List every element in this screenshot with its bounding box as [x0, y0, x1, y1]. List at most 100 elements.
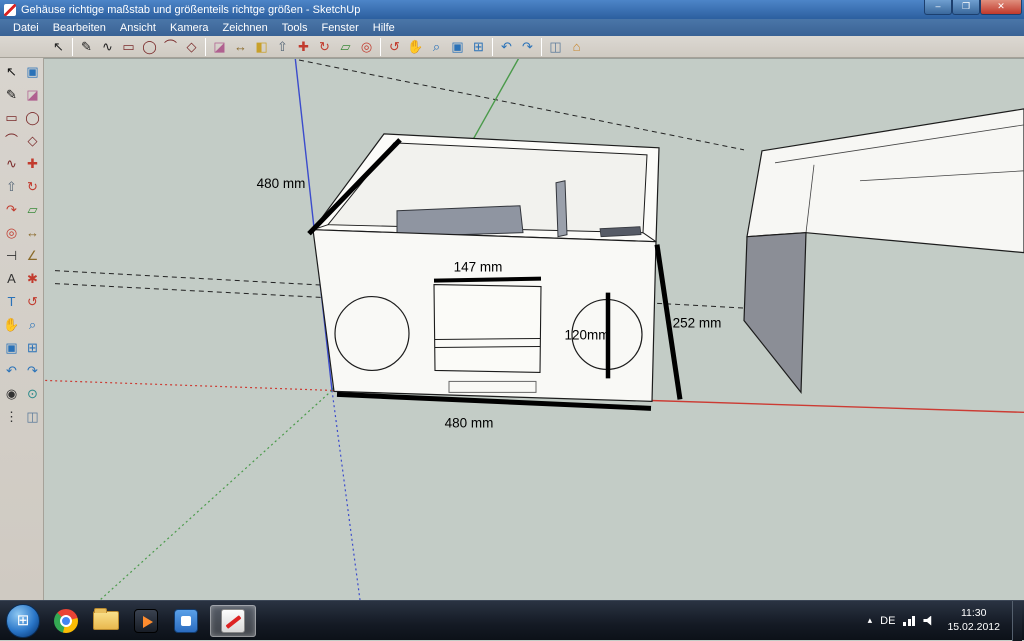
- modeling-viewport[interactable]: 480 mm 147 mm 120mm 252 mm 480 mm: [44, 58, 1024, 600]
- maximize-button[interactable]: ❐: [952, 0, 980, 15]
- toolbar-separator: [205, 38, 206, 56]
- circle-tool-icon[interactable]: ◯: [139, 37, 160, 57]
- palette-follow-me-icon[interactable]: ↷: [1, 199, 22, 221]
- volume-icon[interactable]: [923, 616, 935, 626]
- scale-tool-icon[interactable]: ▱: [335, 37, 356, 57]
- palette-tape-measure-icon[interactable]: ↔: [22, 222, 43, 244]
- label-120[interactable]: 120mm: [565, 327, 610, 342]
- chrome-taskbar-icon[interactable]: [50, 605, 82, 637]
- menu-zeichnen[interactable]: Zeichnen: [216, 19, 275, 36]
- interior-divider-panel[interactable]: [556, 181, 567, 237]
- menu-fenster[interactable]: Fenster: [314, 19, 365, 36]
- start-button[interactable]: ⊞: [6, 604, 40, 638]
- section-plane-tool-icon[interactable]: ◫: [545, 37, 566, 57]
- palette-position-camera-icon[interactable]: ◉: [1, 383, 22, 405]
- palette-section-plane-icon[interactable]: ◫: [22, 406, 43, 428]
- palette-pan-icon[interactable]: ✋: [1, 314, 22, 336]
- network-icon[interactable]: [903, 616, 915, 626]
- menu-kamera[interactable]: Kamera: [163, 19, 216, 36]
- palette-zoom-window-icon[interactable]: ▣: [1, 337, 22, 359]
- freehand-tool-icon[interactable]: ∿: [97, 37, 118, 57]
- palette-look-around-icon[interactable]: ⊙: [22, 383, 43, 405]
- palette-make-component-icon[interactable]: ▣: [22, 61, 43, 83]
- palette-next-icon[interactable]: ↷: [22, 360, 43, 382]
- clock-time: 11:30: [947, 607, 1000, 620]
- label-147[interactable]: 147 mm: [454, 260, 503, 275]
- get-models-icon[interactable]: ⌂: [566, 37, 587, 57]
- media-player-taskbar-icon[interactable]: [130, 605, 162, 637]
- toolbar-separator: [492, 38, 493, 56]
- palette-select-icon[interactable]: ↖: [1, 61, 22, 83]
- palette-arc-icon[interactable]: ⌒: [1, 130, 22, 152]
- previous-view-icon[interactable]: ↶: [496, 37, 517, 57]
- palette-previous-icon[interactable]: ↶: [1, 360, 22, 382]
- label-480-bottom[interactable]: 480 mm: [445, 415, 494, 430]
- menu-tools[interactable]: Tools: [275, 19, 315, 36]
- toolbar-separator: [541, 38, 542, 56]
- palette-polygon-icon[interactable]: ◇: [22, 130, 43, 152]
- interior-slot[interactable]: [600, 227, 641, 237]
- palette-freehand-icon[interactable]: ∿: [1, 153, 22, 175]
- menu-datei[interactable]: Datei: [6, 19, 46, 36]
- media-player-icon: [134, 609, 158, 633]
- offset-tool-icon[interactable]: ◎: [356, 37, 377, 57]
- palette-move-icon[interactable]: ✚: [22, 153, 43, 175]
- zoom-window-tool-icon[interactable]: ▣: [447, 37, 468, 57]
- next-view-icon[interactable]: ↷: [517, 37, 538, 57]
- push-pull-tool-icon[interactable]: ⇧: [272, 37, 293, 57]
- zoom-tool-icon[interactable]: ⌕: [426, 37, 447, 57]
- tape-measure-tool-icon[interactable]: ↔: [230, 37, 251, 57]
- menu-ansicht[interactable]: Ansicht: [113, 19, 163, 36]
- blue-app-taskbar-icon[interactable]: [170, 605, 202, 637]
- paint-bucket-tool-icon[interactable]: ◧: [251, 37, 272, 57]
- palette-rotate-icon[interactable]: ↻: [22, 176, 43, 198]
- folder-icon: [93, 611, 119, 630]
- show-desktop-button[interactable]: [1012, 601, 1022, 641]
- orbit-tool-icon[interactable]: ↺: [384, 37, 405, 57]
- explorer-taskbar-icon[interactable]: [90, 605, 122, 637]
- clock-date: 15.02.2012: [947, 621, 1000, 634]
- polygon-tool-icon[interactable]: ◇: [181, 37, 202, 57]
- taskbar-clock[interactable]: 11:30 15.02.2012: [943, 607, 1004, 633]
- hidden-icons-arrow[interactable]: ▴: [868, 615, 873, 626]
- label-252[interactable]: 252 mm: [673, 316, 722, 331]
- palette-text-icon[interactable]: A: [1, 268, 22, 290]
- palette-rectangle-icon[interactable]: ▭: [1, 107, 22, 129]
- label-480-top[interactable]: 480 mm: [257, 176, 306, 191]
- toolbar-separator: [72, 38, 73, 56]
- rectangle-tool-icon[interactable]: ▭: [118, 37, 139, 57]
- palette-3d-text-icon[interactable]: T: [1, 291, 22, 313]
- sketchup-app-icon: [4, 4, 16, 16]
- dim-line-147[interactable]: [434, 279, 541, 281]
- front-cutout-rectangle[interactable]: [434, 285, 541, 373]
- menu-bearbeiten[interactable]: Bearbeiten: [46, 19, 113, 36]
- window-title: Gehäuse richtige maßstab und größenteils…: [21, 4, 360, 16]
- close-button[interactable]: ✕: [980, 0, 1022, 15]
- rotate-tool-icon[interactable]: ↻: [314, 37, 335, 57]
- eraser-tool-icon[interactable]: ◪: [209, 37, 230, 57]
- palette-line-icon[interactable]: ✎: [1, 84, 22, 106]
- language-indicator[interactable]: DE: [880, 615, 895, 627]
- pan-tool-icon[interactable]: ✋: [405, 37, 426, 57]
- arc-tool-icon[interactable]: ⌒: [160, 37, 181, 57]
- palette-protractor-icon[interactable]: ∠: [22, 245, 43, 267]
- line-tool-icon[interactable]: ✎: [76, 37, 97, 57]
- palette-axes-icon[interactable]: ✱: [22, 268, 43, 290]
- select-tool-icon[interactable]: ↖: [48, 37, 69, 57]
- interior-shelf-panel[interactable]: [397, 206, 523, 237]
- palette-dimension-icon[interactable]: ⊣: [1, 245, 22, 267]
- palette-circle-icon[interactable]: ◯: [22, 107, 43, 129]
- palette-eraser-icon[interactable]: ◪: [22, 84, 43, 106]
- palette-zoom-icon[interactable]: ⌕: [22, 314, 43, 336]
- menu-hilfe[interactable]: Hilfe: [366, 19, 402, 36]
- zoom-extents-tool-icon[interactable]: ⊞: [468, 37, 489, 57]
- palette-push-pull-icon[interactable]: ⇧: [1, 176, 22, 198]
- minimize-button[interactable]: –: [924, 0, 952, 15]
- palette-zoom-extents-icon[interactable]: ⊞: [22, 337, 43, 359]
- palette-offset-icon[interactable]: ◎: [1, 222, 22, 244]
- move-tool-icon[interactable]: ✚: [293, 37, 314, 57]
- palette-orbit-icon[interactable]: ↺: [22, 291, 43, 313]
- sketchup-taskbar-icon[interactable]: [210, 605, 256, 637]
- palette-scale-icon[interactable]: ▱: [22, 199, 43, 221]
- palette-walk-icon[interactable]: ⋮: [1, 406, 22, 428]
